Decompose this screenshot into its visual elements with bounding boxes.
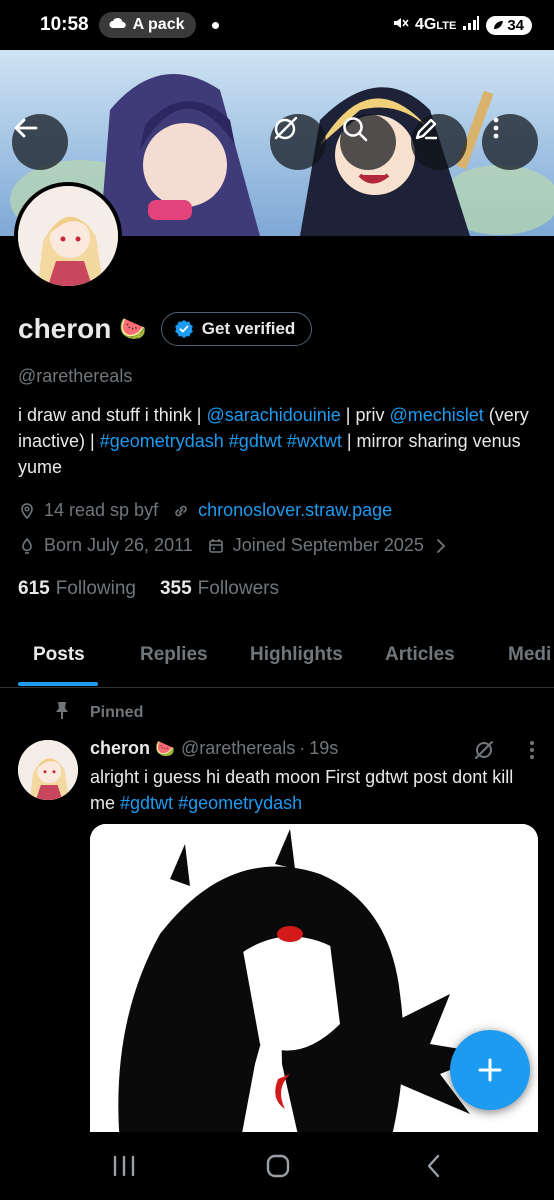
- post-hashtag-gdtwt[interactable]: #gdtwt: [120, 793, 173, 813]
- bio-mention-mechislet[interactable]: @mechislet: [389, 405, 483, 425]
- battery-indicator: 34: [486, 15, 532, 35]
- verified-badge-icon: [174, 320, 193, 338]
- calendar-icon: [207, 537, 225, 555]
- get-verified-button[interactable]: Get verified: [160, 312, 313, 346]
- active-tab-indicator: [18, 682, 98, 686]
- post-header: cheron 🍉 @rarethereals · 19s: [90, 738, 338, 759]
- back-arrow-icon: [14, 118, 38, 138]
- birthday-icon: [18, 537, 36, 555]
- post-actions: [472, 738, 536, 767]
- more-button[interactable]: [482, 114, 538, 170]
- system-nav-bar: [0, 1132, 554, 1200]
- tab-highlights[interactable]: Highlights: [250, 644, 343, 666]
- profile-bio: i draw and stuff i think | @sarachidouin…: [18, 405, 529, 477]
- profile-avatar[interactable]: [14, 182, 122, 290]
- post-separator: ·: [299, 738, 306, 758]
- profile-website-link[interactable]: chronoslover.straw.page: [198, 500, 392, 521]
- notification-pill-label: A pack: [132, 16, 185, 33]
- profile-meta-row-1: 14 read sp byf chronoslover.straw.page: [18, 500, 392, 521]
- pin-icon: [52, 700, 72, 725]
- post-author-handle[interactable]: @rarethereals: [181, 738, 295, 759]
- followers-count: 355: [159, 578, 192, 599]
- search-button[interactable]: [340, 114, 396, 170]
- tab-media[interactable]: Medi: [508, 644, 551, 666]
- get-verified-label: Get verified: [201, 319, 296, 338]
- tab-replies[interactable]: Replies: [140, 644, 208, 666]
- tab-posts[interactable]: Posts: [33, 644, 85, 666]
- recents-icon: [113, 1155, 135, 1177]
- following-count: 615: [18, 578, 50, 599]
- bio-hashtag-gdtwt[interactable]: #gdtwt: [229, 431, 282, 451]
- bio-hashtag-geometrydash[interactable]: #geometrydash: [100, 431, 224, 451]
- grok-button[interactable]: [270, 114, 326, 170]
- notification-pill[interactable]: A pack: [98, 12, 197, 38]
- post-author-avatar[interactable]: [18, 740, 78, 800]
- profile-handle: @rarethereals: [18, 366, 133, 386]
- battery-saver-icon: [494, 21, 504, 29]
- edit-icon: [415, 118, 438, 140]
- bio-hashtag-wxtwt[interactable]: #wxtwt: [287, 431, 342, 451]
- edit-button[interactable]: [411, 114, 467, 170]
- profile-tabs: Posts Replies Highlights Articles Medi: [0, 624, 554, 688]
- status-bar: 10:58 A pack 4GLTE 34: [0, 0, 554, 50]
- location-icon: [18, 502, 36, 520]
- name-row: cheron 🍉 Get verified: [18, 312, 313, 346]
- profile-meta-row-2: Born July 26, 2011 Joined September 2025: [18, 535, 456, 556]
- tab-articles[interactable]: Articles: [385, 644, 455, 666]
- chevron-right-icon[interactable]: [434, 537, 448, 555]
- plus-icon: [478, 1058, 502, 1082]
- search-icon: [343, 117, 368, 142]
- profile-location: 14 read sp byf: [44, 500, 159, 520]
- post-more-icon[interactable]: [528, 739, 536, 766]
- pinned-indicator: Pinned: [52, 700, 143, 725]
- post-hashtag-geometrydash[interactable]: #geometrydash: [178, 793, 302, 813]
- recents-button[interactable]: [104, 1150, 144, 1182]
- pinned-label: Pinned: [90, 703, 144, 721]
- profile-born: Born July 26, 2011: [44, 535, 193, 555]
- watermelon-emoji: 🍉: [119, 316, 147, 341]
- profile-joined: Joined September 2025: [232, 535, 424, 555]
- post-text: alright i guess hi death moon First gdtw…: [90, 767, 514, 813]
- notification-dot: [212, 21, 220, 29]
- battery-level: 34: [507, 16, 524, 34]
- cloud-icon: [109, 16, 127, 34]
- grok-icon[interactable]: [472, 738, 496, 767]
- followers-link[interactable]: 355 Followers: [160, 578, 279, 600]
- post-author-emoji: 🍉: [155, 740, 175, 758]
- bio-mention-sarachidouinie[interactable]: @sarachidouinie: [206, 405, 340, 425]
- mute-icon: [391, 14, 409, 37]
- follow-stats: 615 Following 355 Followers: [18, 578, 279, 600]
- post-time[interactable]: 19s: [309, 738, 338, 759]
- more-vertical-icon: [493, 117, 499, 139]
- compose-fab[interactable]: [450, 1030, 530, 1110]
- nav-back-button[interactable]: [414, 1150, 454, 1182]
- following-link[interactable]: 615 Following: [18, 578, 136, 600]
- post-author-name[interactable]: cheron: [90, 738, 150, 759]
- avatar-image: [18, 186, 118, 286]
- display-name: cheron: [18, 313, 112, 344]
- back-icon: [427, 1154, 440, 1178]
- grok-icon: [274, 116, 298, 140]
- signal-icon: [462, 15, 480, 36]
- network-label: 4GLTE: [415, 16, 457, 33]
- link-icon: [172, 502, 190, 520]
- home-button[interactable]: [258, 1150, 298, 1182]
- status-time: 10:58: [40, 14, 89, 35]
- home-icon: [266, 1154, 290, 1178]
- status-right: 4GLTE 34: [391, 14, 532, 37]
- back-button[interactable]: [12, 114, 68, 170]
